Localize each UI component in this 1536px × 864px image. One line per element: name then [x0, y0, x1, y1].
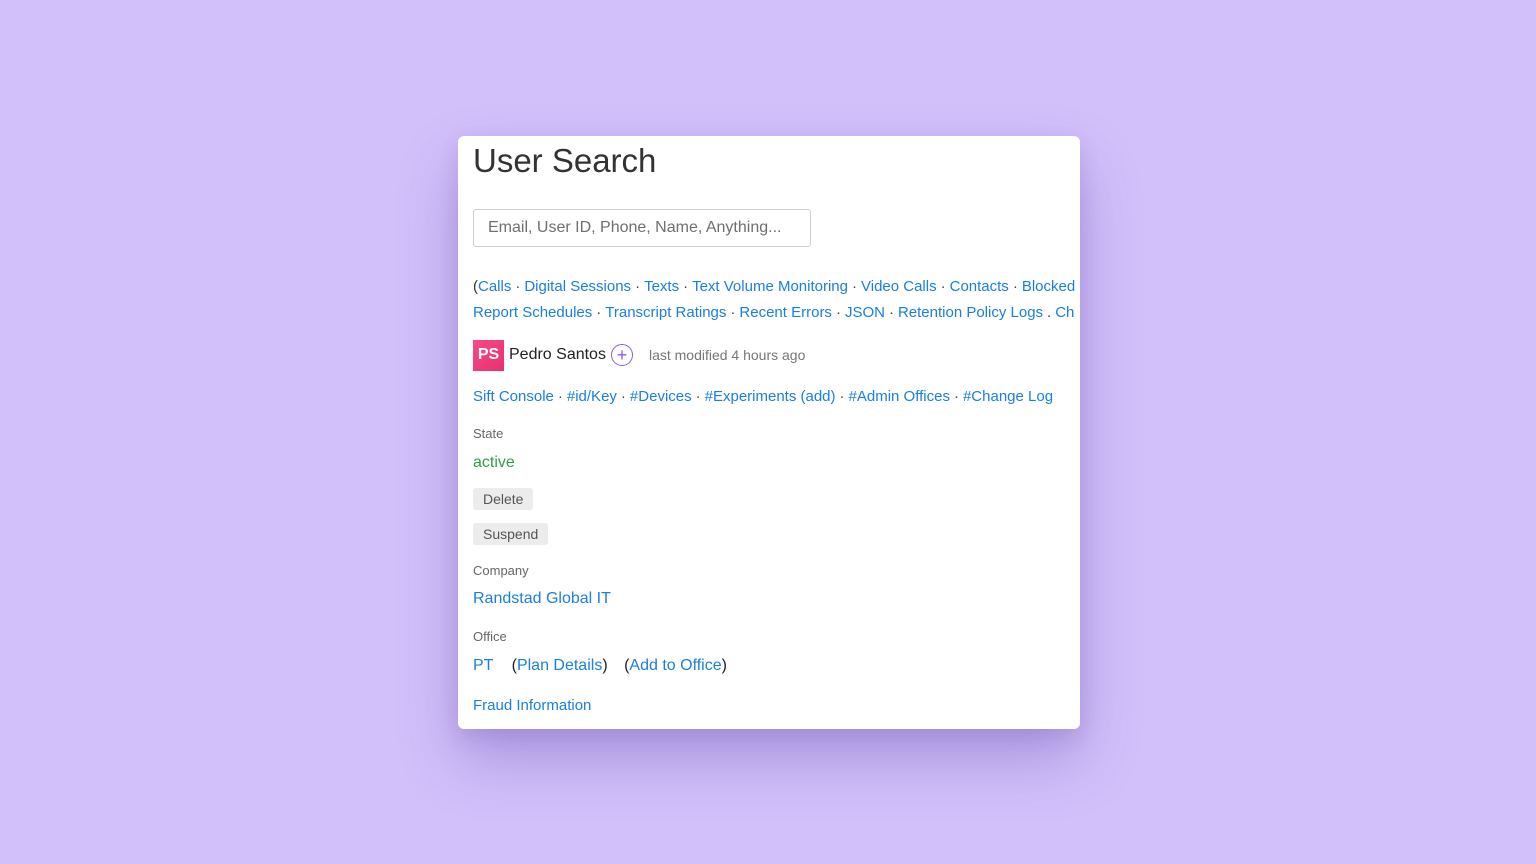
- link-blocked[interactable]: Blocked: [1022, 278, 1075, 295]
- separator: ·: [515, 278, 521, 295]
- link-json[interactable]: JSON: [845, 304, 885, 321]
- separator: ·: [940, 278, 946, 295]
- avatar: PS: [473, 339, 504, 371]
- separator: .: [1047, 304, 1052, 321]
- separator: ·: [683, 278, 689, 295]
- separator: ·: [839, 388, 845, 405]
- close-paren: ): [721, 657, 727, 674]
- link-transcript-ratings[interactable]: Transcript Ratings: [605, 304, 726, 321]
- separator: ·: [635, 278, 641, 295]
- link-video-calls[interactable]: Video Calls: [861, 278, 937, 295]
- separator: ·: [557, 388, 563, 405]
- state-label: State: [473, 426, 504, 441]
- link-report-schedules[interactable]: Report Schedules: [473, 304, 592, 321]
- link-admin-offices[interactable]: #Admin Offices: [849, 388, 950, 405]
- user-name: Pedro Santos: [509, 346, 606, 363]
- company-label: Company: [473, 563, 529, 578]
- link-devices[interactable]: #Devices: [630, 388, 692, 405]
- separator: ·: [852, 278, 857, 295]
- link-texts[interactable]: Texts: [644, 278, 679, 295]
- office-label: Office: [473, 629, 507, 644]
- separator: ·: [620, 388, 626, 405]
- delete-button[interactable]: Delete: [473, 488, 534, 510]
- plan-details-link[interactable]: Plan Details: [517, 657, 602, 674]
- user-header: PS Pedro Santos + last modified 4 hours …: [473, 339, 805, 371]
- separator: ·: [888, 304, 894, 321]
- office-code-link[interactable]: PT: [473, 657, 493, 674]
- last-modified: last modified 4 hours ago: [648, 347, 806, 363]
- link-sift-console[interactable]: Sift Console: [473, 388, 554, 405]
- link-id-key[interactable]: #id/Key: [567, 388, 617, 405]
- link-text-volume-monitoring[interactable]: Text Volume Monitoring: [692, 278, 848, 295]
- link-contacts[interactable]: Contacts: [950, 278, 1009, 295]
- search-input[interactable]: [473, 209, 811, 247]
- separator: ·: [953, 388, 959, 405]
- company-link[interactable]: Randstad Global IT: [473, 590, 611, 608]
- separator: ·: [596, 304, 602, 321]
- add-to-office-link[interactable]: Add to Office: [629, 657, 721, 674]
- link-ch[interactable]: Ch: [1055, 304, 1074, 321]
- separator: ·: [835, 304, 841, 321]
- separator: ·: [1012, 278, 1018, 295]
- link-change-log[interactable]: #Change Log: [963, 388, 1053, 405]
- link-recent-errors[interactable]: Recent Errors: [739, 304, 832, 321]
- link-calls[interactable]: Calls: [478, 278, 511, 295]
- link-digital-sessions[interactable]: Digital Sessions: [524, 278, 631, 295]
- user-links: Sift Console · #id/Key · #Devices · #Experimen…: [473, 388, 1053, 405]
- user-search-panel: User Search (Calls·Digital Sessions·Text…: [458, 136, 1080, 729]
- suspend-button[interactable]: Suspend: [473, 523, 549, 545]
- link-experiments[interactable]: #Experiments (add): [705, 388, 836, 405]
- fraud-information-link[interactable]: Fraud Information: [473, 697, 591, 714]
- add-icon[interactable]: +: [610, 344, 633, 366]
- separator: ·: [730, 304, 736, 321]
- feature-links-row-2: Report Schedules · Transcript Ratings · Rece…: [473, 304, 1074, 321]
- page-title: User Search: [473, 142, 657, 179]
- office-row: PT (Plan Details) (Add to Office): [473, 657, 727, 675]
- feature-links-row-1: (Calls · Digital Sessions · Texts · Text Volum…: [473, 278, 1075, 295]
- close-paren: ): [602, 657, 608, 674]
- link-retention-policy-logs[interactable]: Retention Policy Logs: [898, 304, 1043, 321]
- state-value: active: [473, 454, 515, 471]
- separator: ·: [695, 388, 701, 405]
